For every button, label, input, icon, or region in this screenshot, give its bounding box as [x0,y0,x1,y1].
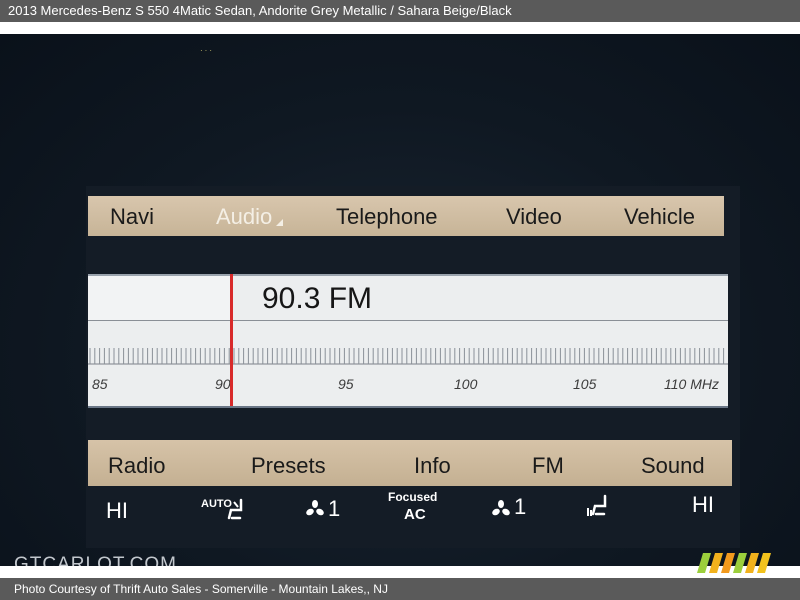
focused-label[interactable]: Focused [388,490,437,504]
indicator-dots: ··· [200,46,214,55]
scale-label-110: 110 MHz [664,376,719,392]
scale-label-105: 105 [573,376,597,392]
source-sound[interactable]: Sound [641,440,705,486]
scale-label-90: 90 [215,376,231,392]
dealer-logo-icon [697,553,771,573]
tuner-divider [88,320,728,321]
source-label: Presets [251,453,326,478]
menu-item-vehicle[interactable]: Vehicle [624,196,695,236]
ac-label[interactable]: AC [404,506,426,523]
left-temperature[interactable]: HI [106,498,128,524]
source-label: Info [414,453,451,478]
tuner-left-panel [88,276,230,320]
climate-control-strip: HI AUTO 1 Focused AC 1 HI [88,486,732,532]
frequency-scale-ticks[interactable] [88,340,728,366]
menu-item-label: Telephone [336,204,438,229]
photo-credit-bar: Photo Courtesy of Thrift Auto Sales - So… [0,578,800,600]
source-info[interactable]: Info [414,440,451,486]
photo-credit: Photo Courtesy of Thrift Auto Sales - So… [14,582,388,596]
left-fan-icon[interactable] [306,500,324,518]
left-fan-speed: 1 [328,496,341,521]
frequency-display: 90.3 FM [262,282,373,315]
left-seat-airflow-icon[interactable] [226,498,248,522]
menu-item-video[interactable]: Video [506,196,562,236]
tuning-needle[interactable] [230,274,233,406]
source-label: FM [532,453,564,478]
right-fan-speed: 1 [514,494,527,519]
source-fm[interactable]: FM [532,440,564,486]
menu-item-audio[interactable]: Audio [216,196,284,236]
main-menu-bar: Navi Audio Telephone Video Vehicle [88,196,724,236]
menu-item-label: Navi [110,204,155,229]
scale-label-95: 95 [338,376,354,392]
right-fan-icon[interactable] [492,500,510,518]
scale-label-100: 100 [454,376,478,392]
caption-title: 2013 Mercedes-Benz S 550 4Matic Sedan, A… [8,3,512,18]
source-radio[interactable]: Radio [108,440,165,486]
menu-item-telephone[interactable]: Telephone [336,196,438,236]
active-triangle-icon [276,219,284,226]
caption-title-bar: 2013 Mercedes-Benz S 550 4Matic Sedan, A… [0,0,800,22]
menu-item-navi[interactable]: Navi [110,196,154,236]
scale-label-85: 85 [92,376,108,392]
source-presets[interactable]: Presets [251,440,326,486]
audio-source-bar: Radio Presets Info FM Sound [88,440,732,486]
menu-item-label: Vehicle [624,204,695,229]
right-temperature[interactable]: HI [692,492,714,518]
right-seat-airflow-icon[interactable] [586,494,612,520]
menu-item-label: Audio [216,204,273,229]
source-label: Radio [108,453,166,478]
radio-tuner-panel: 90.3 FM 85 90 95 100 105 110 MHz [88,274,728,408]
source-label: Sound [641,453,705,478]
watermark: GTCARLOT.COM [14,554,177,566]
menu-item-label: Video [506,204,562,229]
